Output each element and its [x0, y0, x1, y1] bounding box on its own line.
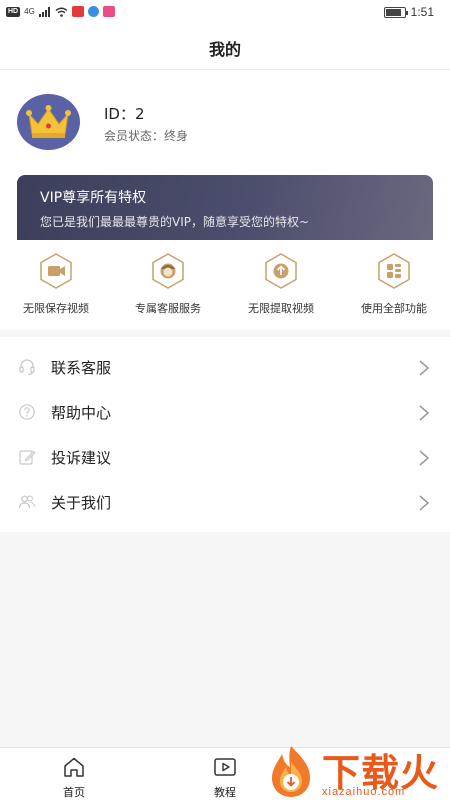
flame-logo-icon [272, 746, 310, 797]
notification-app-icon [102, 6, 115, 17]
menu-list: 联系客服 帮助中心 投诉建议 关于我们 [0, 337, 450, 532]
menu-label: 关于我们 [51, 494, 112, 512]
chevron-right-icon [419, 405, 430, 421]
home-icon [64, 757, 84, 777]
vip-card: VIP尊享所有特权 您已是我们最最最尊贵的VIP，随意享受您的特权~ [17, 175, 433, 250]
privilege-label: 无限提取视频 [248, 302, 314, 315]
privilege-customer-service[interactable]: 专属客服服务 [112, 252, 224, 316]
privilege-extract-video[interactable]: 无限提取视频 [225, 252, 337, 316]
crown-icon [26, 105, 71, 138]
watermark-url: xiazaihuo.com [322, 786, 406, 798]
vip-title: VIP尊享所有特权 [40, 190, 147, 206]
avatar[interactable] [17, 94, 80, 150]
battery-icon [383, 6, 408, 18]
wifi-icon [55, 7, 68, 17]
signal-icon [38, 6, 50, 17]
notification-app-icon [71, 6, 84, 17]
privilege-label: 使用全部功能 [361, 302, 427, 315]
menu-label: 联系客服 [51, 359, 112, 377]
privilege-save-video[interactable]: 无限保存视频 [0, 252, 112, 316]
clock: 1:51 [410, 5, 434, 19]
extract-upload-icon [262, 252, 300, 290]
profile-section: ID：2 会员状态：终身 VIP尊享所有特权 您已是我们最最最尊贵的VIP，随意… [0, 70, 450, 250]
watermark: 下载火 xiazaihuo.com [262, 742, 450, 800]
privilege-label: 专属客服服务 [135, 302, 201, 315]
page-title: 我的 [208, 40, 241, 59]
menu-item-about-us[interactable]: 关于我们 [0, 480, 450, 525]
nav-label: 首页 [63, 786, 85, 799]
chevron-right-icon [419, 450, 430, 466]
privilege-label: 无限保存视频 [23, 302, 89, 315]
header: 我的 [0, 24, 450, 70]
member-status: 会员状态：终身 [104, 129, 189, 143]
video-camera-icon [37, 252, 75, 290]
menu-item-feedback[interactable]: 投诉建议 [0, 435, 450, 480]
help-icon [19, 404, 35, 420]
chevron-right-icon [419, 495, 430, 511]
status-right: 1:51 [383, 5, 434, 19]
users-icon [18, 495, 36, 509]
menu-item-contact-support[interactable]: 联系客服 [0, 345, 450, 390]
status-bar: HD 4G 1:51 [0, 0, 450, 24]
network-type: 4G [24, 6, 35, 16]
status-left: HD 4G [6, 6, 115, 17]
nav-tab-tutorial[interactable]: 教程 [195, 756, 255, 800]
notification-app-icon [87, 6, 99, 17]
user-id: ID：2 [104, 105, 145, 123]
privilege-all-features[interactable]: 使用全部功能 [338, 252, 450, 316]
play-icon [214, 758, 236, 776]
chevron-right-icon [419, 360, 430, 376]
menu-label: 帮助中心 [51, 404, 112, 422]
edit-icon [19, 450, 36, 465]
nav-tab-home[interactable]: 首页 [44, 756, 104, 800]
customer-service-icon [149, 252, 187, 290]
menu-item-help-center[interactable]: 帮助中心 [0, 390, 450, 435]
all-features-icon [375, 252, 413, 290]
menu-label: 投诉建议 [51, 449, 112, 467]
privileges-row: 无限保存视频 专属客服服务 无限提取视频 使用全部功能 [0, 240, 450, 330]
nav-label: 教程 [214, 786, 236, 799]
hd-badge: HD [6, 6, 21, 17]
vip-description: 您已是我们最最最尊贵的VIP，随意享受您的特权~ [40, 215, 310, 229]
headset-icon [19, 359, 35, 376]
